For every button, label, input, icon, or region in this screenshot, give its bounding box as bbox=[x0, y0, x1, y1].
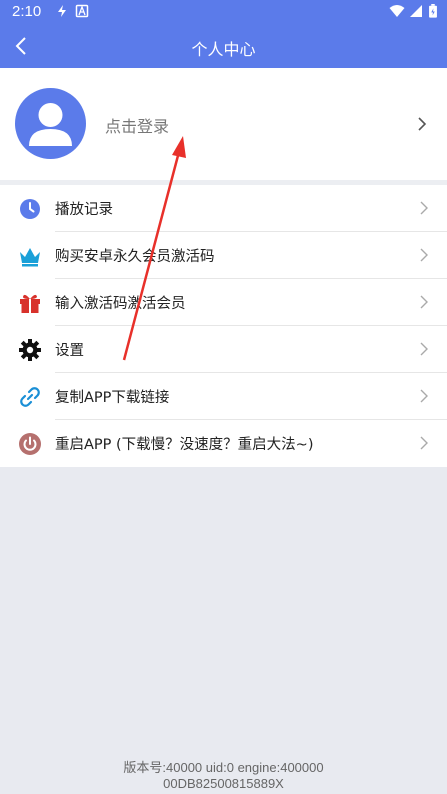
login-prompt[interactable]: 点击登录 bbox=[105, 113, 169, 137]
menu-item-label: 购买安卓永久会员激活码 bbox=[55, 249, 215, 265]
battery-icon bbox=[429, 4, 437, 18]
menu-item-label: 输入激活码激活会员 bbox=[55, 296, 186, 312]
chevron-right-icon bbox=[420, 295, 428, 309]
chevron-right-icon bbox=[420, 389, 428, 403]
menu-item-label: 重启APP (下载慢？没速度？重启大法~) bbox=[55, 437, 314, 453]
wifi-icon bbox=[389, 5, 405, 17]
crown-icon bbox=[20, 248, 40, 267]
chevron-right-icon bbox=[420, 342, 428, 356]
login-card[interactable]: 点击登录 bbox=[0, 68, 447, 180]
version-line-2: 00DB82500815889X bbox=[163, 776, 284, 791]
status-bar: 2:10 bbox=[0, 0, 447, 24]
menu-list: 播放记录 购买安卓永久会员激活码 输入激活码激活会员 设置 复制APP下载链接 … bbox=[0, 185, 447, 467]
app-bar: 个人中心 bbox=[0, 24, 447, 68]
menu-item-label: 播放记录 bbox=[55, 202, 113, 218]
status-time: 2:10 bbox=[12, 3, 42, 20]
notification-a-icon bbox=[75, 4, 89, 18]
menu-item-copy-download-link[interactable]: 复制APP下载链接 bbox=[0, 373, 447, 420]
menu-item-activate-code[interactable]: 输入激活码激活会员 bbox=[0, 279, 447, 326]
cell-signal-icon bbox=[410, 5, 422, 17]
chevron-right-icon bbox=[418, 117, 427, 131]
menu-item-label: 复制APP下载链接 bbox=[55, 390, 170, 406]
chevron-right-icon bbox=[420, 201, 428, 215]
menu-item-restart-app[interactable]: 重启APP (下载慢？没速度？重启大法~) bbox=[0, 420, 447, 467]
user-icon bbox=[29, 103, 72, 146]
page-title: 个人中心 bbox=[191, 40, 256, 59]
power-icon bbox=[19, 433, 41, 455]
chevron-right-icon bbox=[420, 248, 428, 262]
menu-item-buy-membership[interactable]: 购买安卓永久会员激活码 bbox=[0, 232, 447, 279]
gear-icon bbox=[19, 339, 41, 361]
link-icon bbox=[20, 387, 40, 407]
menu-item-settings[interactable]: 设置 bbox=[0, 326, 447, 373]
flash-icon bbox=[58, 5, 66, 17]
clock-icon bbox=[20, 199, 40, 219]
menu-item-label: 设置 bbox=[55, 343, 84, 359]
version-info: 版本号:40000 uid:0 engine:400000 00DB825008… bbox=[0, 760, 447, 792]
chevron-right-icon bbox=[420, 436, 428, 450]
gift-icon bbox=[20, 294, 40, 313]
version-line-1: 版本号:40000 uid:0 engine:400000 bbox=[123, 760, 324, 775]
menu-item-play-history[interactable]: 播放记录 bbox=[0, 185, 447, 232]
avatar[interactable] bbox=[15, 88, 86, 159]
